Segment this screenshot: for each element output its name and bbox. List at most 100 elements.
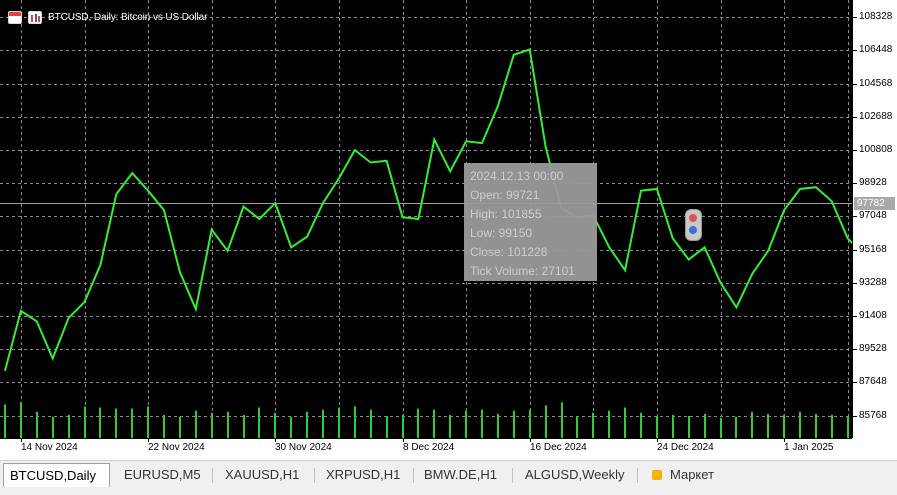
- price-axis-label: 91408: [859, 310, 887, 321]
- volume-bar: [147, 406, 149, 438]
- volume-bar: [799, 411, 801, 438]
- volume-bar: [624, 407, 626, 438]
- time-axis-label: 30 Nov 2024: [275, 442, 332, 453]
- price-tick: [853, 316, 857, 317]
- price-tick: [853, 150, 857, 151]
- price-axis-label: 104568: [859, 78, 893, 89]
- time-axis[interactable]: 14 Nov 2024 22 Nov 2024 30 Nov 2024 8 Dec 2…: [0, 438, 852, 460]
- price-axis-label: 93288: [859, 277, 887, 288]
- tooltip-open: Open: 99721: [470, 188, 540, 202]
- tooltip-high: High: 101855: [470, 207, 542, 221]
- ohlc-tooltip: 2024.12.13 00:00 Open: 99721 High: 10185…: [464, 163, 597, 281]
- volume-bar: [243, 414, 245, 438]
- volume-bar: [36, 411, 38, 438]
- price-axis-label: 95168: [859, 244, 887, 255]
- volume-bar: [322, 409, 324, 438]
- chart-window-icon[interactable]: [8, 11, 22, 24]
- tooltip-tick-volume: Tick Volume: 27101: [470, 264, 575, 278]
- tab-separator: [637, 468, 638, 483]
- price-chart-plot[interactable]: [0, 0, 852, 438]
- scroll-down-icon[interactable]: [689, 226, 697, 234]
- volume-bar: [417, 408, 419, 438]
- price-tick: [853, 216, 857, 217]
- time-axis-label: 1 Jan 2025: [784, 442, 834, 453]
- volume-bar: [115, 408, 117, 438]
- price-tick: [853, 349, 857, 350]
- chart-title-bar: BTCUSD, Daily: Bitcoin vs US Dollar: [8, 11, 207, 24]
- time-axis-label: 16 Dec 2024: [530, 442, 587, 453]
- price-axis-label: 106448: [859, 44, 893, 55]
- current-price-tag: 97782: [854, 197, 895, 210]
- volume-bar: [561, 402, 563, 438]
- price-tick: [853, 183, 857, 184]
- volume-bar: [529, 409, 531, 438]
- volume-bar: [847, 415, 849, 438]
- tab-eurusd-m5[interactable]: EURUSD,M5: [118, 463, 207, 487]
- scroll-up-icon[interactable]: [689, 214, 697, 222]
- volume-bar: [163, 414, 165, 438]
- volume-bar: [290, 417, 292, 438]
- volume-bar: [338, 407, 340, 438]
- price-axis-label: 89528: [859, 343, 887, 354]
- volume-bar: [195, 410, 197, 438]
- tab-separator: [212, 468, 213, 483]
- chart-scroll-handle[interactable]: [685, 209, 702, 241]
- volume-bar: [720, 418, 722, 438]
- volume-bar: [227, 411, 229, 438]
- volume-bar: [481, 409, 483, 438]
- tooltip-date: 2024.12.13 00:00: [470, 169, 564, 183]
- chart-title: BTCUSD, Daily: Bitcoin vs US Dollar: [48, 12, 208, 23]
- volume-bar: [179, 417, 181, 438]
- chart-tabs-bar: BTCUSD,Daily EURUSD,M5 XAUUSD,H1 XRPUSD,…: [0, 460, 897, 495]
- volume-bar: [831, 414, 833, 438]
- volume-bar: [131, 408, 133, 438]
- market-bag-icon: [652, 470, 662, 480]
- price-tick: [853, 382, 857, 383]
- tab-market[interactable]: Маркет: [646, 463, 720, 487]
- volume-bar: [20, 402, 22, 438]
- tab-algusd-weekly[interactable]: ALGUSD,Weekly: [519, 463, 630, 487]
- price-axis[interactable]: 108328 106448 104568 102688 100808 98928 97048…: [852, 0, 897, 438]
- volume-bar: [465, 410, 467, 438]
- volume-bar: [274, 412, 276, 438]
- volume-bar: [656, 415, 658, 438]
- tab-xrpusd-h1[interactable]: XRPUSD,H1: [320, 463, 406, 487]
- tab-separator: [413, 468, 414, 483]
- volume-bar: [704, 413, 706, 438]
- tab-bmw-de-h1[interactable]: BMW.DE,H1: [418, 463, 503, 487]
- volume-bar: [513, 410, 515, 438]
- tab-separator: [512, 468, 513, 483]
- price-tick: [853, 50, 857, 51]
- price-tick: [853, 17, 857, 18]
- volume-bar: [608, 410, 610, 438]
- volume-bar: [815, 413, 817, 438]
- volume-bar: [433, 409, 435, 438]
- chart-area[interactable]: BTCUSD, Daily: Bitcoin vs US Dollar 2024…: [0, 0, 852, 438]
- tab-btcusd-daily[interactable]: BTCUSD,Daily: [3, 463, 110, 487]
- volume-bar: [386, 415, 388, 438]
- volume-bar: [576, 415, 578, 438]
- volume-bar: [354, 406, 356, 438]
- tab-xauusd-h1[interactable]: XAUUSD,H1: [219, 463, 305, 487]
- price-axis-label: 85768: [859, 410, 887, 421]
- time-axis-label: 24 Dec 2024: [657, 442, 714, 453]
- volume-bar: [688, 415, 690, 438]
- volume-bar: [640, 412, 642, 438]
- price-axis-label: 87648: [859, 376, 887, 387]
- price-line-series: [4, 48, 852, 372]
- chart-type-icon[interactable]: [28, 11, 42, 24]
- volume-bar: [751, 411, 753, 438]
- volume-bar: [592, 412, 594, 438]
- price-tick: [853, 117, 857, 118]
- time-axis-label: 22 Nov 2024: [148, 442, 205, 453]
- volume-bar: [52, 417, 54, 438]
- price-axis-label: 100808: [859, 144, 893, 155]
- volume-bar: [211, 412, 213, 438]
- time-axis-label: 14 Nov 2024: [21, 442, 78, 453]
- volume-bar: [258, 407, 260, 438]
- volume-bar: [735, 417, 737, 438]
- volume-bar: [767, 413, 769, 438]
- tooltip-close: Close: 101228: [470, 245, 548, 259]
- price-axis-label: 98928: [859, 177, 887, 188]
- price-axis-label: 108328: [859, 11, 893, 22]
